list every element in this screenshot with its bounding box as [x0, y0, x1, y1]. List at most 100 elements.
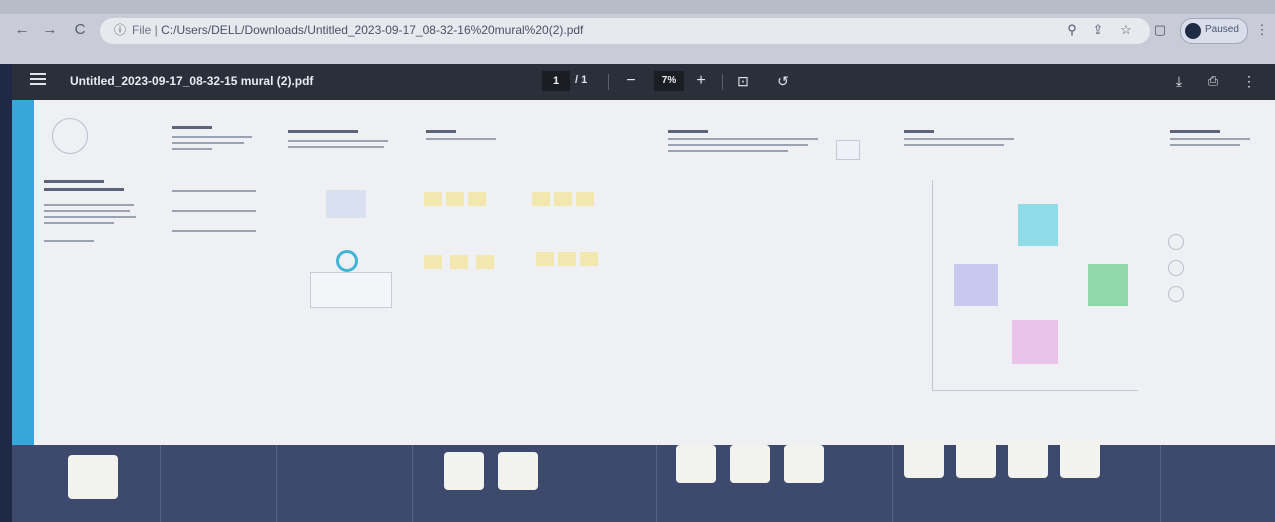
text-block — [172, 136, 252, 138]
text-block — [288, 140, 388, 142]
sticky-note — [446, 192, 464, 206]
thumbnail — [730, 445, 770, 483]
text-block — [1170, 130, 1220, 133]
hamburger-icon[interactable] — [30, 73, 46, 85]
page-number-input[interactable]: 1 — [542, 71, 570, 91]
info-icon[interactable]: ⓘ — [112, 22, 128, 38]
text-block — [172, 230, 256, 232]
avatar — [1185, 23, 1201, 39]
text-block — [44, 216, 136, 218]
thumbnail — [784, 445, 824, 483]
text-block — [44, 188, 124, 191]
browser-chrome: ← → C ⓘ File | C:/Users/DELL/Downloads/U… — [0, 0, 1275, 64]
sticky-note — [536, 252, 554, 266]
url-text[interactable]: File | C:/Users/DELL/Downloads/Untitled_… — [132, 23, 583, 37]
share-icon[interactable]: ⇪ — [1090, 22, 1106, 38]
zoom-out-button[interactable]: − — [622, 71, 640, 91]
text-block — [288, 146, 384, 148]
divider — [722, 74, 723, 90]
sticky-note — [468, 192, 486, 206]
tab-strip — [0, 0, 1275, 14]
sticky-note-cyan — [1018, 204, 1058, 246]
sticky-note-pink — [1012, 320, 1058, 364]
download-icon[interactable]: ⤓ — [1170, 71, 1188, 91]
text-block — [904, 138, 1014, 140]
diagram-box — [326, 190, 366, 218]
sticky-note — [424, 192, 442, 206]
mural-panel-7 — [1160, 100, 1275, 445]
search-icon[interactable]: ⚲ — [1064, 22, 1080, 38]
sticky-note — [576, 192, 594, 206]
forward-icon[interactable]: → — [42, 22, 58, 38]
fit-page-icon[interactable]: ⊡ — [734, 71, 752, 91]
thumbnail — [676, 445, 716, 483]
divider — [160, 445, 161, 522]
thumbnail — [444, 452, 484, 490]
sticky-note — [450, 255, 468, 269]
print-icon[interactable]: ⎙ — [1204, 71, 1222, 91]
diagram-box — [310, 272, 392, 308]
mural-panel-2 — [160, 100, 277, 445]
axis-line — [932, 180, 933, 390]
text-block — [904, 144, 1004, 146]
zoom-in-button[interactable]: + — [692, 71, 710, 91]
back-icon[interactable]: ← — [14, 22, 30, 38]
thumbnail — [956, 440, 996, 478]
sticky-note — [554, 192, 572, 206]
text-block — [668, 138, 818, 140]
mural-panel-5 — [656, 100, 893, 445]
sticky-note — [558, 252, 576, 266]
text-block — [44, 204, 134, 206]
text-block — [668, 150, 788, 152]
text-block — [288, 130, 358, 133]
side-panel-icon[interactable]: ▢ — [1152, 22, 1168, 38]
browser-more-icon[interactable]: ⋮ — [1254, 22, 1270, 38]
profile-label: Paused — [1205, 24, 1239, 35]
text-block — [904, 130, 934, 133]
thumbnail — [498, 452, 538, 490]
sticky-note — [424, 255, 442, 269]
text-block — [1170, 144, 1240, 146]
zoom-input[interactable]: 7% — [654, 71, 684, 91]
bulb-icon — [52, 118, 88, 154]
text-block — [44, 240, 94, 242]
accent-strip — [12, 100, 34, 445]
diagram-box — [836, 140, 860, 160]
star-icon[interactable]: ☆ — [1118, 22, 1134, 38]
mural-panel-6 — [892, 100, 1161, 445]
document-title: Untitled_2023-09-17_08-32-15 mural (2).p… — [70, 74, 314, 88]
thumbnail — [1060, 440, 1100, 478]
text-block — [44, 210, 130, 212]
text-block — [172, 210, 256, 212]
pdf-page[interactable] — [12, 100, 1275, 522]
divider — [892, 445, 893, 522]
text-block — [172, 142, 244, 144]
reload-icon[interactable]: C — [72, 22, 88, 38]
sticky-note-green — [1088, 264, 1128, 306]
sticky-note-purple — [954, 264, 998, 306]
sticky-note — [580, 252, 598, 266]
more-icon[interactable]: ⋮ — [1240, 71, 1258, 91]
divider — [276, 445, 277, 522]
sticky-note — [532, 192, 550, 206]
pdf-toolbar: Untitled_2023-09-17_08-32-15 mural (2).p… — [12, 64, 1275, 100]
mural-panel-3 — [276, 100, 413, 445]
divider — [1160, 445, 1161, 522]
sticky-note — [476, 255, 494, 269]
axis-line — [932, 390, 1138, 391]
text-block — [426, 130, 456, 133]
page-count: / 1 — [575, 74, 588, 86]
ring-icon — [336, 250, 358, 272]
divider — [608, 74, 609, 90]
text-block — [44, 222, 114, 224]
rotate-icon[interactable]: ↺ — [774, 71, 792, 91]
ring-icon — [1168, 260, 1184, 276]
ring-icon — [1168, 286, 1184, 302]
text-block — [668, 144, 808, 146]
profile-button[interactable]: Paused — [1180, 18, 1248, 44]
thumbnail — [904, 440, 944, 478]
mural-panel-4 — [412, 100, 657, 445]
text-block — [172, 190, 256, 192]
mural-panel-intro — [34, 100, 161, 445]
divider — [656, 445, 657, 522]
